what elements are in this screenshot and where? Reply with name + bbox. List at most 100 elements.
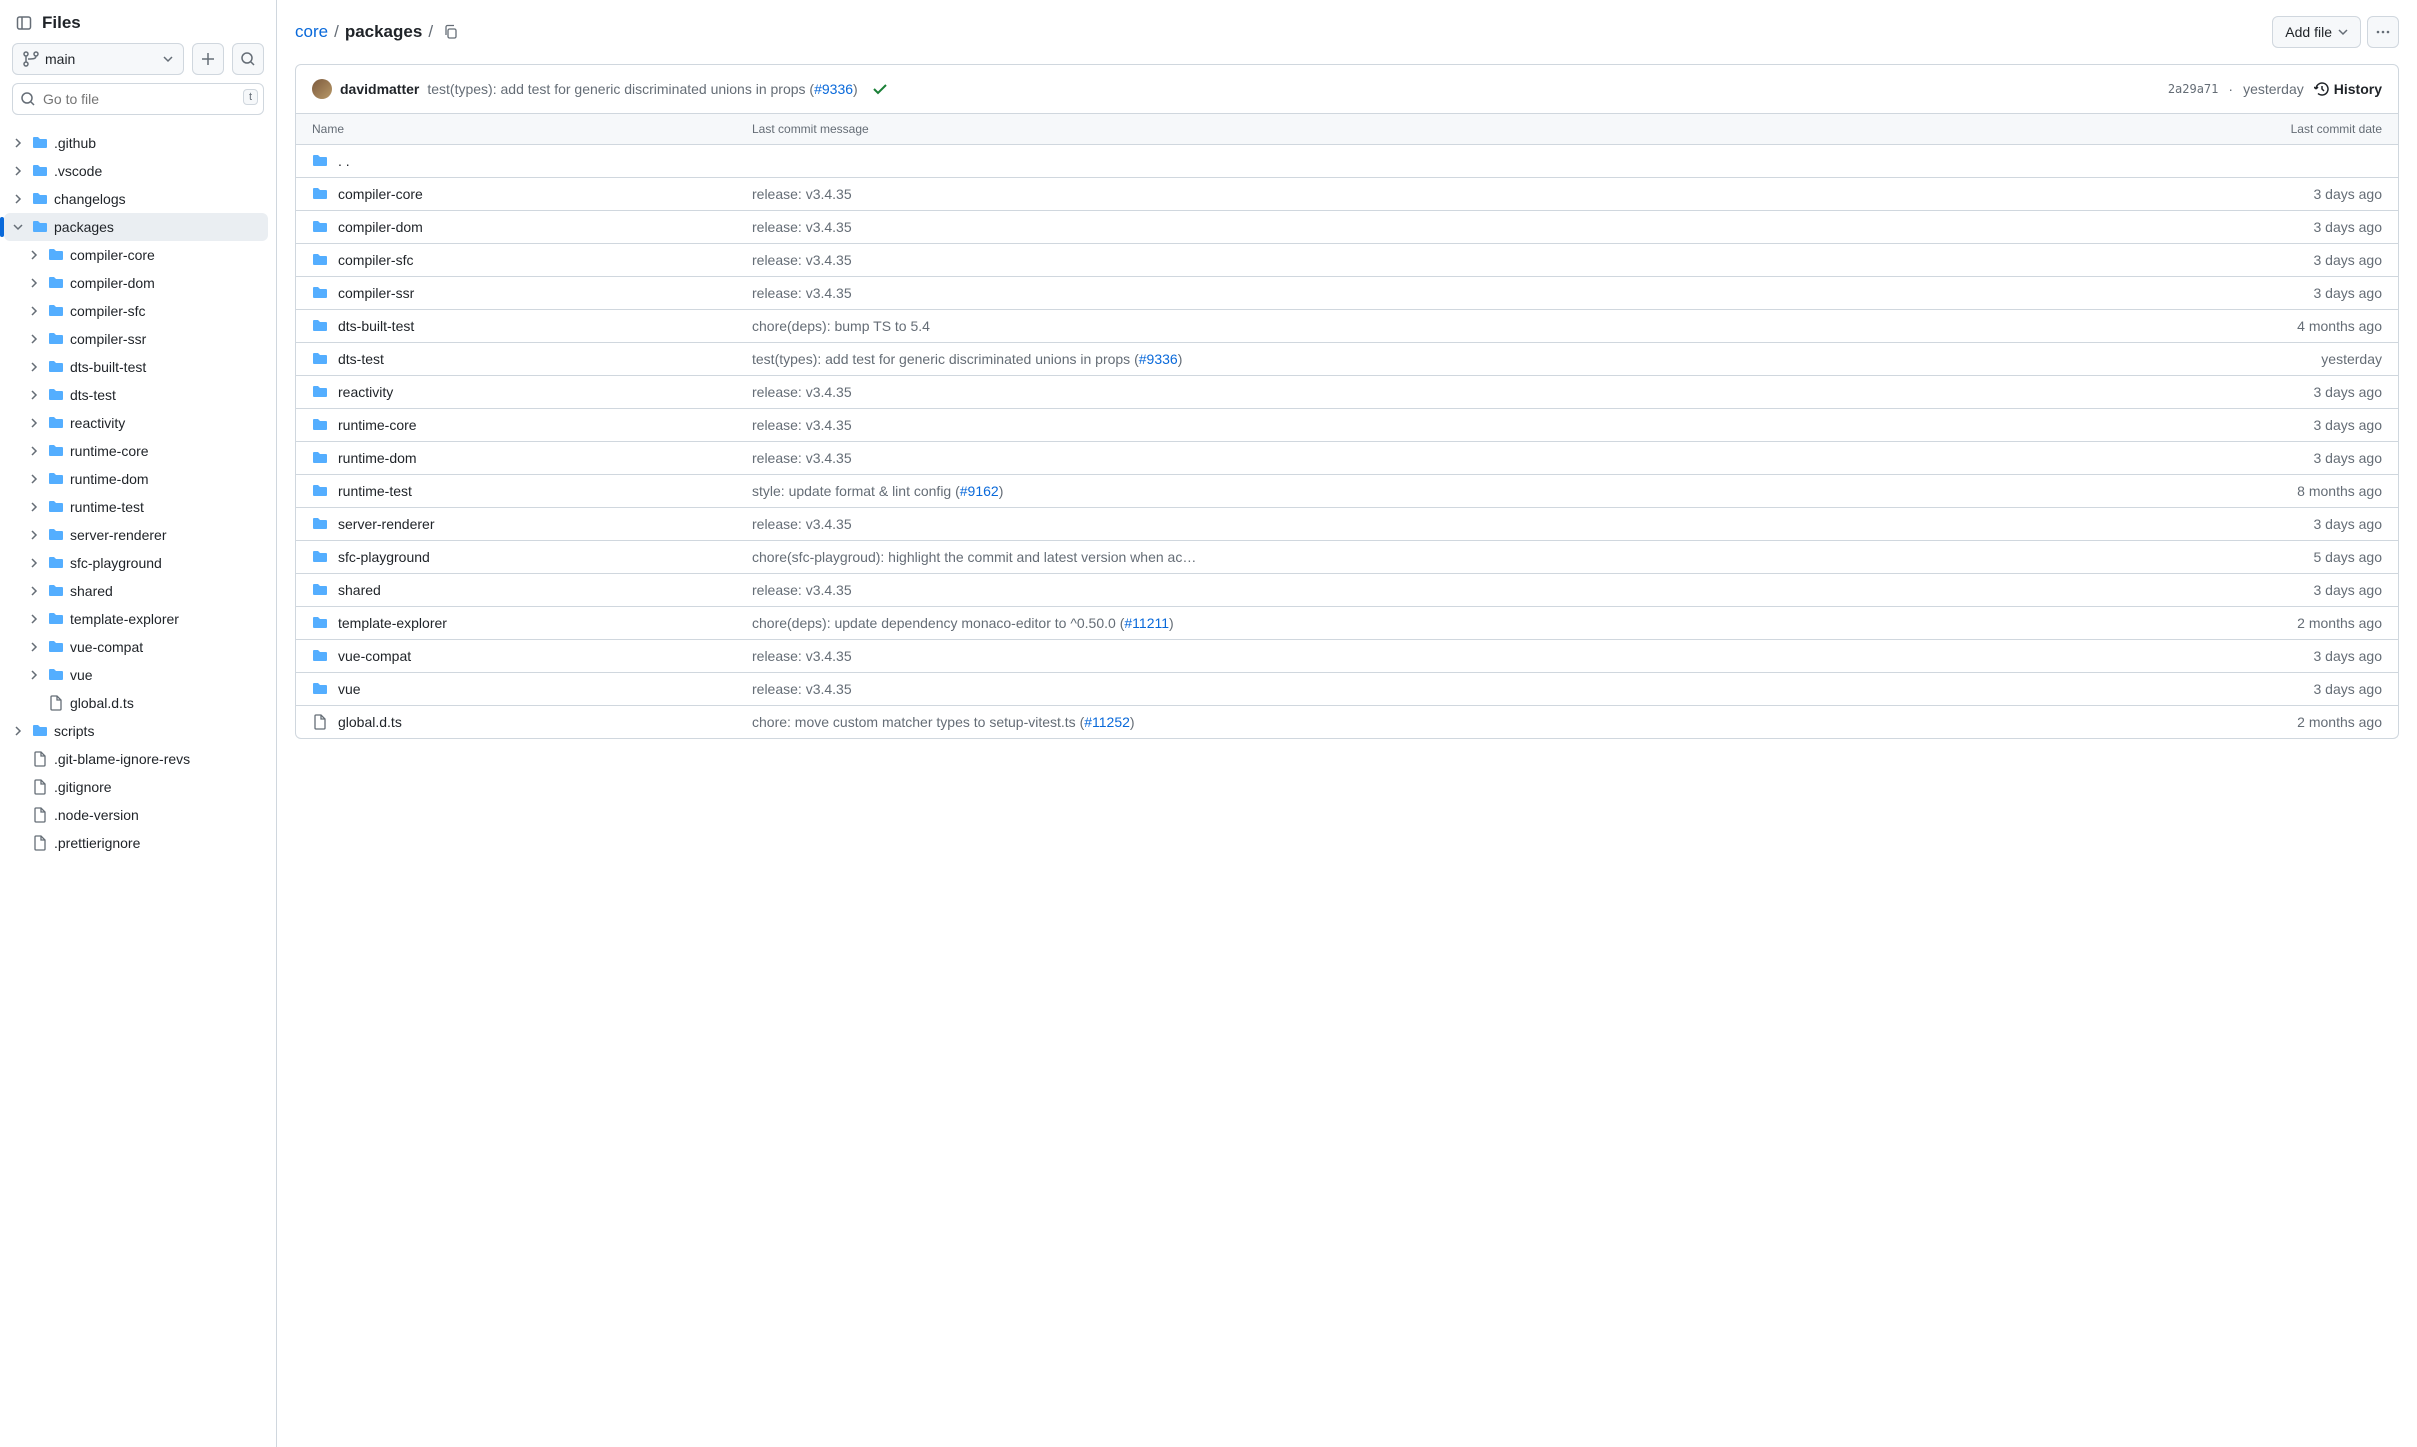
history-link[interactable]: History — [2314, 81, 2382, 97]
tree-item[interactable]: sfc-playground — [4, 549, 268, 577]
tree-item[interactable]: compiler-dom — [4, 269, 268, 297]
file-link[interactable]: runtime-dom — [338, 450, 417, 466]
file-link[interactable]: reactivity — [338, 384, 393, 400]
chevron-icon[interactable] — [10, 726, 26, 736]
commit-message-cell[interactable]: release: v3.4.35 — [752, 285, 2192, 301]
copy-path-icon[interactable] — [443, 24, 459, 40]
more-options-button[interactable] — [2367, 16, 2399, 48]
commit-author[interactable]: davidmatter — [340, 81, 419, 97]
chevron-icon[interactable] — [26, 306, 42, 316]
tree-item[interactable]: template-explorer — [4, 605, 268, 633]
chevron-icon[interactable] — [10, 138, 26, 148]
file-link[interactable]: dts-test — [338, 351, 384, 367]
search-input[interactable] — [12, 83, 264, 115]
file-link[interactable]: server-renderer — [338, 516, 434, 532]
file-link[interactable]: shared — [338, 582, 381, 598]
commit-message-cell[interactable]: release: v3.4.35 — [752, 384, 2192, 400]
pr-link[interactable]: #9336 — [814, 81, 853, 97]
branch-select[interactable]: main — [12, 43, 184, 75]
commit-message-cell[interactable]: release: v3.4.35 — [752, 219, 2192, 235]
chevron-icon[interactable] — [10, 222, 26, 232]
chevron-icon[interactable] — [26, 586, 42, 596]
search-button[interactable] — [232, 43, 264, 75]
tree-item[interactable]: runtime-core — [4, 437, 268, 465]
tree-item[interactable]: scripts — [4, 717, 268, 745]
commit-message-cell[interactable]: release: v3.4.35 — [752, 681, 2192, 697]
chevron-icon[interactable] — [10, 194, 26, 204]
chevron-icon[interactable] — [26, 474, 42, 484]
file-link[interactable]: compiler-core — [338, 186, 423, 202]
tree-item[interactable]: .github — [4, 129, 268, 157]
parent-link[interactable]: . . — [338, 153, 350, 169]
commit-message-cell[interactable]: release: v3.4.35 — [752, 582, 2192, 598]
file-link[interactable]: dts-built-test — [338, 318, 414, 334]
file-link[interactable]: sfc-playground — [338, 549, 430, 565]
status-check-icon[interactable] — [872, 81, 888, 97]
chevron-icon[interactable] — [26, 334, 42, 344]
pr-link[interactable]: #11211 — [1124, 615, 1169, 631]
chevron-icon[interactable] — [26, 362, 42, 372]
tree-item[interactable]: packages — [4, 213, 268, 241]
commit-message-cell[interactable]: chore(sfc-playgroud): highlight the comm… — [752, 549, 2192, 565]
tree-item[interactable]: .prettierignore — [4, 829, 268, 857]
author-avatar[interactable] — [312, 79, 332, 99]
commit-sha[interactable]: 2a29a71 — [2168, 82, 2219, 96]
sidebar-collapse-icon[interactable] — [16, 15, 32, 31]
commit-message-cell[interactable]: release: v3.4.35 — [752, 648, 2192, 664]
chevron-icon[interactable] — [26, 670, 42, 680]
file-link[interactable]: vue-compat — [338, 648, 411, 664]
pr-link[interactable]: #9162 — [960, 483, 999, 499]
chevron-icon[interactable] — [26, 446, 42, 456]
commit-message-cell[interactable]: release: v3.4.35 — [752, 450, 2192, 466]
tree-item[interactable]: vue-compat — [4, 633, 268, 661]
chevron-icon[interactable] — [26, 390, 42, 400]
tree-item[interactable]: vue — [4, 661, 268, 689]
pr-link[interactable]: #11252 — [1084, 714, 1130, 730]
add-file-dropdown[interactable]: Add file — [2272, 16, 2361, 48]
commit-message[interactable]: test(types): add test for generic discri… — [427, 81, 857, 97]
chevron-icon[interactable] — [26, 642, 42, 652]
tree-item[interactable]: global.d.ts — [4, 689, 268, 717]
add-file-button[interactable] — [192, 43, 224, 75]
pr-link[interactable]: #9336 — [1139, 351, 1178, 367]
tree-item[interactable]: runtime-test — [4, 493, 268, 521]
commit-message-cell[interactable]: release: v3.4.35 — [752, 417, 2192, 433]
tree-item[interactable]: .gitignore — [4, 773, 268, 801]
tree-item[interactable]: .git-blame-ignore-revs — [4, 745, 268, 773]
commit-message-cell[interactable]: release: v3.4.35 — [752, 516, 2192, 532]
commit-message-cell[interactable]: release: v3.4.35 — [752, 186, 2192, 202]
file-link[interactable]: template-explorer — [338, 615, 447, 631]
chevron-icon[interactable] — [26, 502, 42, 512]
file-link[interactable]: runtime-core — [338, 417, 417, 433]
parent-directory-row[interactable]: . . — [296, 145, 2398, 178]
file-link[interactable]: compiler-dom — [338, 219, 423, 235]
file-link[interactable]: compiler-sfc — [338, 252, 413, 268]
file-link[interactable]: runtime-test — [338, 483, 412, 499]
chevron-icon[interactable] — [26, 278, 42, 288]
chevron-icon[interactable] — [26, 250, 42, 260]
chevron-icon[interactable] — [26, 418, 42, 428]
tree-item[interactable]: server-renderer — [4, 521, 268, 549]
file-link[interactable]: global.d.ts — [338, 714, 402, 730]
tree-item[interactable]: dts-built-test — [4, 353, 268, 381]
commit-message-cell[interactable]: chore: move custom matcher types to setu… — [752, 714, 2192, 730]
tree-item[interactable]: dts-test — [4, 381, 268, 409]
tree-item[interactable]: compiler-sfc — [4, 297, 268, 325]
file-link[interactable]: compiler-ssr — [338, 285, 414, 301]
commit-message-cell[interactable]: chore(deps): update dependency monaco-ed… — [752, 615, 2192, 631]
tree-item[interactable]: .vscode — [4, 157, 268, 185]
chevron-icon[interactable] — [26, 530, 42, 540]
tree-item[interactable]: compiler-ssr — [4, 325, 268, 353]
commit-message-cell[interactable]: test(types): add test for generic discri… — [752, 351, 2192, 367]
tree-item[interactable]: .node-version — [4, 801, 268, 829]
tree-item[interactable]: reactivity — [4, 409, 268, 437]
chevron-icon[interactable] — [26, 558, 42, 568]
file-link[interactable]: vue — [338, 681, 361, 697]
tree-item[interactable]: shared — [4, 577, 268, 605]
tree-item[interactable]: changelogs — [4, 185, 268, 213]
chevron-icon[interactable] — [10, 166, 26, 176]
commit-message-cell[interactable]: chore(deps): bump TS to 5.4 — [752, 318, 2192, 334]
tree-item[interactable]: runtime-dom — [4, 465, 268, 493]
breadcrumb-root[interactable]: core — [295, 22, 328, 42]
commit-message-cell[interactable]: release: v3.4.35 — [752, 252, 2192, 268]
